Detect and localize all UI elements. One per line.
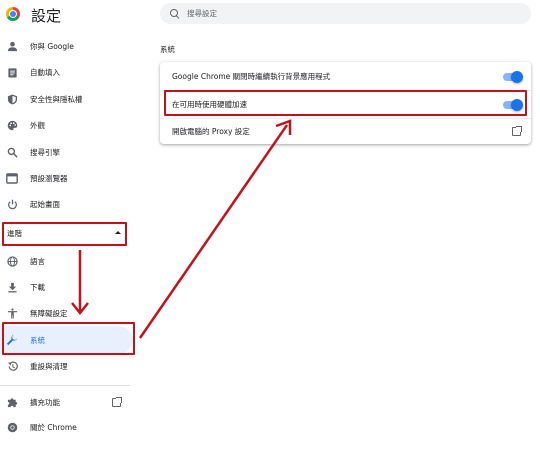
arrow-advanced-to-system [71,250,89,316]
settings-window: 設定 你與 Google 自動填入 安全性與隱私權 [0,0,540,450]
annotation-arrows [71,119,292,339]
arrow-system-to-hardware-acceleration [138,119,292,339]
